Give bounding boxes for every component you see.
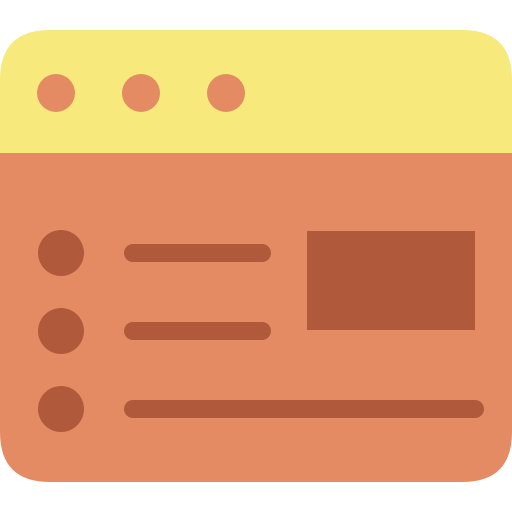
list-line-2 <box>124 322 271 340</box>
window-control-dot-3 <box>207 74 245 112</box>
list-bullet-3 <box>38 386 84 432</box>
list-line-3 <box>124 400 484 418</box>
image-placeholder <box>307 231 475 330</box>
window-titlebar <box>0 30 512 153</box>
list-bullet-2 <box>38 308 84 354</box>
browser-window-svg <box>0 30 512 482</box>
window-control-dot-2 <box>122 74 160 112</box>
list-line-1 <box>124 244 271 262</box>
list-bullet-1 <box>38 230 84 276</box>
browser-window-icon <box>0 0 512 512</box>
window-control-dot-1 <box>37 74 75 112</box>
